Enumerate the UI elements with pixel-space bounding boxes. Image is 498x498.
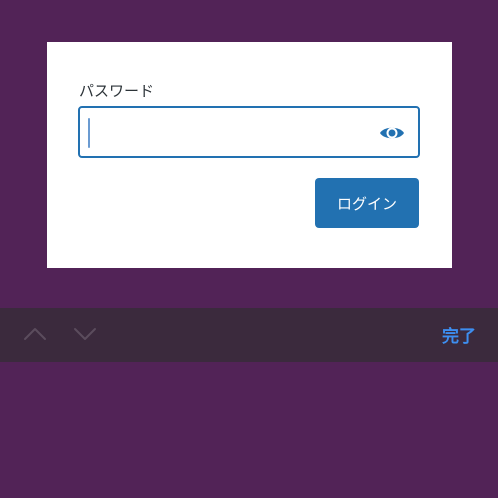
done-button[interactable]: 完了 xyxy=(442,322,476,347)
chevron-up-icon[interactable] xyxy=(22,324,48,344)
chevron-down-icon[interactable] xyxy=(72,324,98,344)
login-button[interactable]: ログイン xyxy=(315,178,419,228)
keyboard-toolbar: 完了 xyxy=(0,308,498,362)
password-input[interactable] xyxy=(78,106,420,158)
eye-icon[interactable] xyxy=(379,122,405,144)
text-caret xyxy=(88,118,90,148)
login-card: パスワード ログイン xyxy=(47,42,452,268)
password-label: パスワード xyxy=(79,82,155,100)
